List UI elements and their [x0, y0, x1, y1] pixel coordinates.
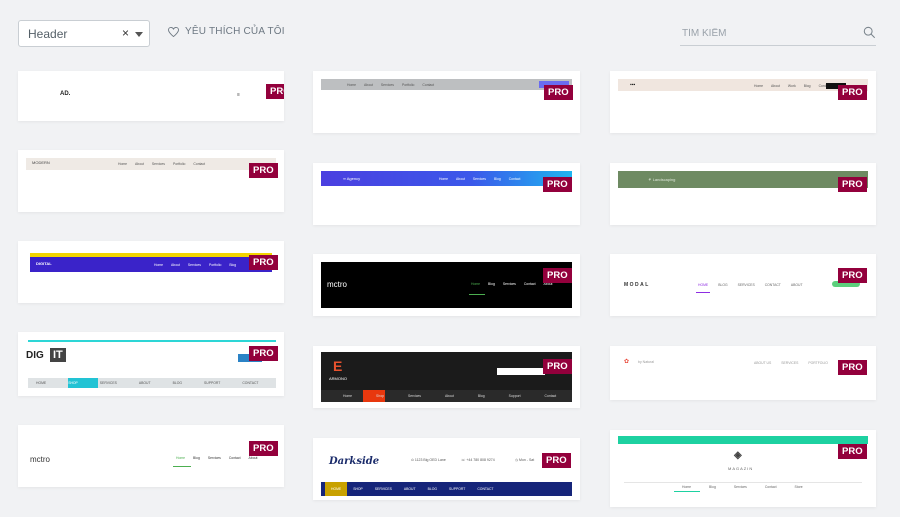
template-logo: mctro	[327, 280, 347, 289]
pro-badge: PRO	[543, 359, 572, 374]
template-logo: DIG	[26, 350, 44, 361]
pro-badge: PRO	[838, 177, 867, 192]
template-card[interactable]: AD. ≡ PRO	[18, 71, 284, 121]
pro-badge: PRO	[838, 85, 867, 100]
template-card[interactable]: DIGITAL Home About Services Portfolio Blog P…	[18, 241, 284, 303]
search-box	[680, 22, 876, 46]
pro-badge: PRO	[249, 346, 278, 361]
template-logo: AD.	[60, 91, 71, 97]
template-logo: Darkside	[329, 456, 380, 467]
pro-badge: PRO	[249, 163, 278, 178]
pro-badge: PRO	[249, 441, 278, 456]
my-favorites-button[interactable]: YÊU THÍCH CỦA TÔI	[168, 26, 285, 37]
template-card[interactable]: mctro Home Blog Services Contact About PRO	[313, 254, 580, 316]
toolbar: Header × YÊU THÍCH CỦA TÔI	[0, 0, 900, 60]
template-card[interactable]: Darkside ⊙ 1123 Big OED Lane ☏ +44 780 8…	[313, 438, 580, 500]
template-card[interactable]: DIG IT HOME SHOP SERVICES ABOUT BLOG SUPPORT C…	[18, 332, 284, 396]
my-favorites-label: YÊU THÍCH CỦA TÔI	[185, 26, 285, 37]
category-select-value: Header	[28, 27, 68, 41]
template-logo: MAGAZIN	[728, 466, 754, 471]
template-card[interactable]: mctro Home Blog Services Contact About PRO	[18, 425, 284, 487]
template-card[interactable]: MODERN Home About Services Portfolio Contact…	[18, 150, 284, 212]
pro-badge: PRO	[544, 85, 573, 100]
pro-badge: PRO	[543, 177, 572, 192]
template-card[interactable]: ◈ MAGAZIN Home Blog Services Contact Store P…	[610, 430, 876, 507]
pro-badge: PRO	[266, 84, 284, 99]
pro-badge: PRO	[249, 255, 278, 270]
pro-badge: PRO	[838, 444, 867, 459]
pro-badge: PRO	[838, 360, 867, 375]
template-card[interactable]: ▪▪▪ Home About Work Blog Contact PRO	[610, 71, 876, 133]
template-card[interactable]: Home About Services Portfolio Contact PRO	[313, 71, 580, 133]
heart-icon	[168, 26, 179, 37]
template-card[interactable]: ⚘ Landscaping PRO	[610, 163, 876, 225]
template-logo: ARMONO	[329, 376, 347, 381]
pro-badge: PRO	[838, 268, 867, 283]
template-card[interactable]: MODAL HOME BLOG SERVICES CONTACT ABOUT PRO	[610, 254, 876, 316]
template-card[interactable]: E ARMONO Home Shop Services About Blog Suppor…	[313, 346, 580, 408]
pro-badge: PRO	[542, 453, 571, 468]
template-logo: MODAL	[624, 282, 650, 288]
template-nav-dot: ≡	[237, 92, 240, 98]
category-select[interactable]: Header ×	[18, 20, 150, 47]
template-logo: mctro	[30, 455, 50, 464]
template-card[interactable]: ✿ by Natural ABOUT USSERVICESPORTFOLIOSH…	[610, 346, 876, 400]
search-icon[interactable]	[863, 26, 876, 39]
template-card[interactable]: ∞ Agency Home About Services Blog Contact PR…	[313, 163, 580, 225]
search-input[interactable]	[680, 22, 850, 44]
chevron-down-icon[interactable]	[135, 32, 143, 37]
pro-badge: PRO	[543, 268, 572, 283]
clear-icon[interactable]: ×	[122, 26, 129, 40]
